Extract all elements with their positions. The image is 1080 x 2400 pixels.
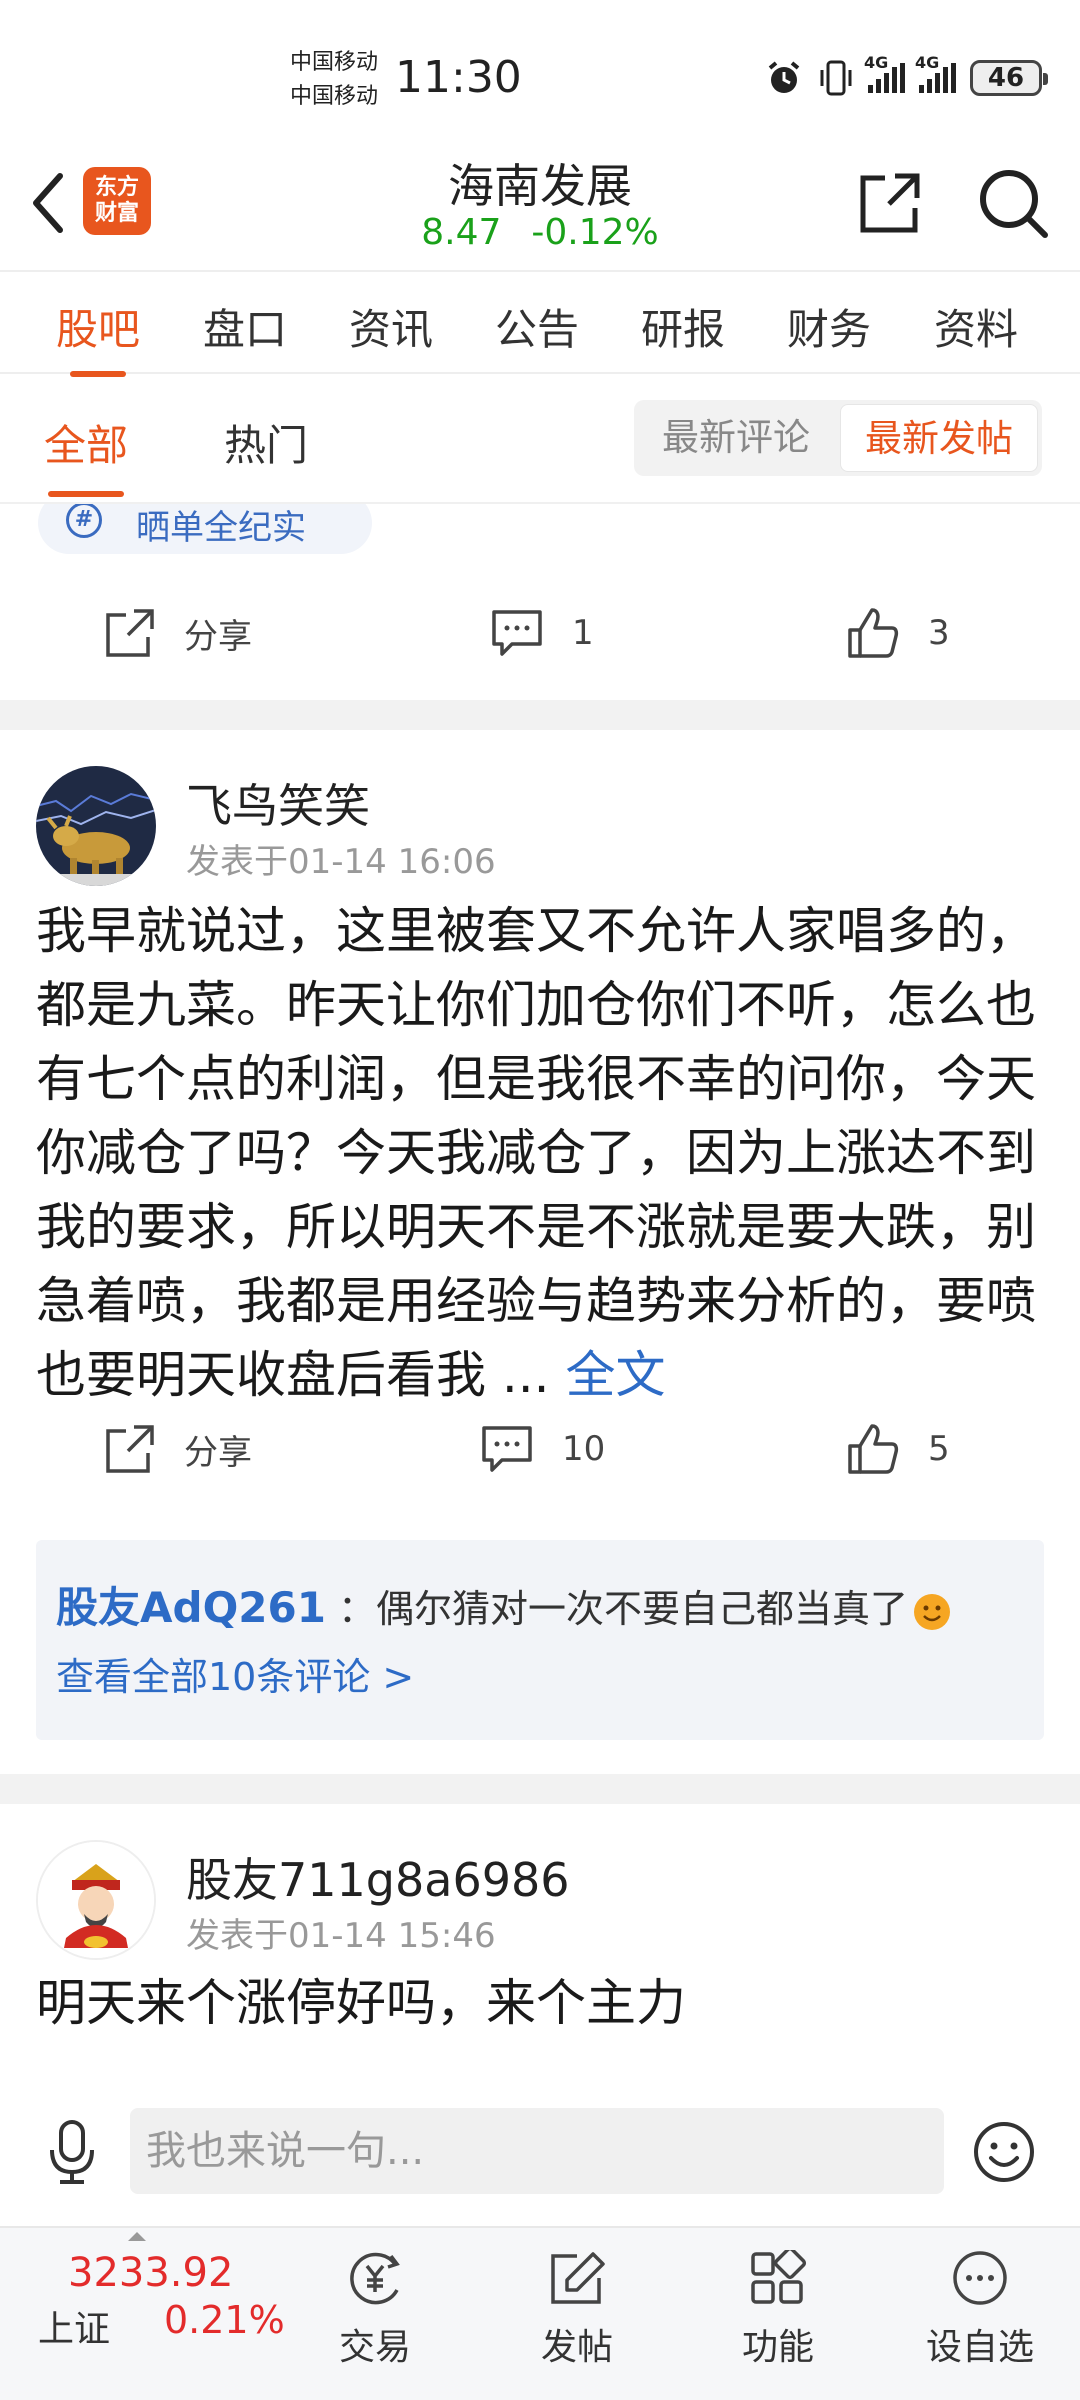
reply-input[interactable] [130, 2108, 944, 2194]
stock-header: 东方 财富 海南发展 8.47 -0.12% [0, 150, 1080, 270]
tab-research[interactable]: 研报 [641, 296, 725, 357]
comment-button[interactable]: 1 [490, 598, 594, 668]
carrier-2: 中国移动 [290, 84, 379, 109]
microphone-icon[interactable] [44, 2118, 100, 2186]
like-count: 5 [928, 1429, 950, 1469]
share-label: 分享 [184, 1432, 252, 1473]
topic-chip[interactable]: # 晒单全纪实 [38, 504, 372, 554]
vibrate-icon [820, 60, 852, 96]
post-username[interactable]: 股友711g8a6986 [186, 1844, 570, 1910]
god-of-wealth-avatar-image [38, 1842, 154, 1958]
grid-apps-icon [751, 2250, 807, 2304]
like-button[interactable]: 5 [846, 1414, 950, 1484]
tab-guba[interactable]: 股吧 [56, 296, 140, 377]
topic-label: 晒单全纪实 [136, 508, 306, 548]
thumbs-up-icon [848, 608, 899, 658]
post-time: 发表于01-14 15:46 [186, 1916, 496, 1956]
carrier-1: 中国移动 [290, 50, 379, 75]
stock-price: 8.47 [421, 212, 502, 253]
sort-latest-comment[interactable]: 最新评论 [638, 404, 834, 472]
tab-news[interactable]: 资讯 [349, 296, 433, 357]
signal-2-icon: 4G [915, 53, 956, 93]
bottom-bar: 3233.92 上证 0.21% 交易 发帖 功能 设自选 [0, 2226, 1080, 2400]
status-time: 11:30 [395, 52, 522, 103]
comment-count: 10 [562, 1429, 606, 1469]
top-comment: 股友AdQ261 ：偶尔猜对一次不要自己都当真了 [56, 1574, 951, 1635]
share-icon[interactable] [855, 168, 925, 238]
signal-1-icon: 4G [864, 53, 905, 93]
top-comment-box[interactable]: 股友AdQ261 ：偶尔猜对一次不要自己都当真了 查看全部10条评论 > [36, 1540, 1044, 1740]
prev-post-actions: 分享 1 3 [0, 598, 1080, 668]
comment-icon [482, 1426, 532, 1472]
like-button[interactable]: 3 [846, 598, 950, 668]
post-feed: # 晒单全纪实 分享 1 3 飞鸟笑笑 发表于01-14 16:06 我早就说过… [0, 504, 1080, 2080]
tab-finance[interactable]: 财务 [787, 296, 871, 357]
sort-toggle: 最新评论 最新发帖 [634, 400, 1042, 476]
tab-profile[interactable]: 资料 [934, 296, 1018, 357]
emoji-picker-icon[interactable] [972, 2120, 1036, 2184]
like-count: 3 [928, 613, 950, 653]
expand-caret-icon[interactable] [128, 2232, 146, 2241]
thumbs-up-icon [848, 1424, 899, 1474]
nav-trade[interactable]: 交易 [305, 2250, 445, 2370]
smile-emoji-icon [914, 1593, 951, 1630]
subtab-hot[interactable]: 热门 [224, 412, 308, 473]
post-username[interactable]: 飞鸟笑笑 [186, 770, 370, 836]
subtab-all[interactable]: 全部 [44, 412, 128, 497]
index-change: 0.21% [164, 2298, 285, 2342]
comment-text: ：偶尔猜对一次不要自己都当真了 [338, 1587, 909, 1631]
view-all-comments-link[interactable]: 查看全部10条评论 > [56, 1646, 414, 1701]
hashtag-icon: # [66, 504, 102, 538]
post-content[interactable]: 我早就说过，这里被套又不允许人家唱多的，都是九菜。昨天让你们加仓你们不听，怎么也… [36, 894, 1046, 1412]
more-dots-icon [953, 2251, 1007, 2305]
search-icon[interactable] [975, 165, 1051, 241]
tab-pankou[interactable]: 盘口 [203, 296, 287, 357]
share-button[interactable]: 分享 [104, 1414, 252, 1484]
share-icon [106, 609, 154, 657]
tab-announcements[interactable]: 公告 [495, 296, 579, 357]
post-actions: 分享 10 5 [0, 1414, 1080, 1484]
stock-change: -0.12% [531, 212, 659, 253]
post-divider [0, 700, 1080, 730]
comment-count: 1 [572, 613, 594, 653]
index-name: 上证 [38, 2309, 111, 2350]
index-value: 3233.92 [68, 2250, 234, 2296]
comment-icon [492, 610, 542, 656]
alarm-icon [768, 61, 800, 93]
avatar[interactable] [36, 1840, 156, 1960]
carrier-labels: 中国移动 中国移动 [290, 46, 378, 114]
post-content[interactable]: 明天来个涨停好吗，来个主力 [36, 1966, 1046, 2040]
feed-filter-bar: 全部 热门 最新评论 最新发帖 [0, 374, 1080, 504]
edit-icon [551, 2252, 605, 2304]
post-time: 发表于01-14 16:06 [186, 842, 496, 882]
status-bar: 中国移动 中国移动 11:30 4G 4G 46 [0, 0, 1080, 150]
post-text: 我早就说过，这里被套又不允许人家唱多的，都是九菜。昨天让你们加仓你们不听，怎么也… [36, 902, 1036, 1404]
nav-post[interactable]: 发帖 [507, 2250, 647, 2370]
nav-functions[interactable]: 功能 [708, 2250, 848, 2370]
reply-bar [0, 2080, 1080, 2226]
share-button[interactable]: 分享 [104, 598, 252, 668]
share-label: 分享 [184, 616, 252, 657]
trade-yuan-icon [350, 2252, 400, 2305]
battery-icon: 46 [970, 60, 1048, 96]
stock-tabs: 股吧 盘口 资讯 公告 研报 财务 资料 [0, 270, 1080, 377]
sort-latest-post[interactable]: 最新发帖 [840, 404, 1038, 472]
post-divider [0, 1774, 1080, 1804]
bull-avatar-image [36, 766, 156, 886]
read-more-link[interactable]: 全文 [565, 1346, 665, 1404]
nav-add-watchlist[interactable]: 设自选 [910, 2250, 1050, 2370]
avatar[interactable] [36, 766, 156, 886]
comment-button[interactable]: 10 [480, 1414, 605, 1484]
share-icon [106, 1425, 154, 1473]
comment-username[interactable]: 股友AdQ261 [56, 1583, 326, 1632]
status-icons: 4G 4G 46 [764, 53, 1048, 100]
